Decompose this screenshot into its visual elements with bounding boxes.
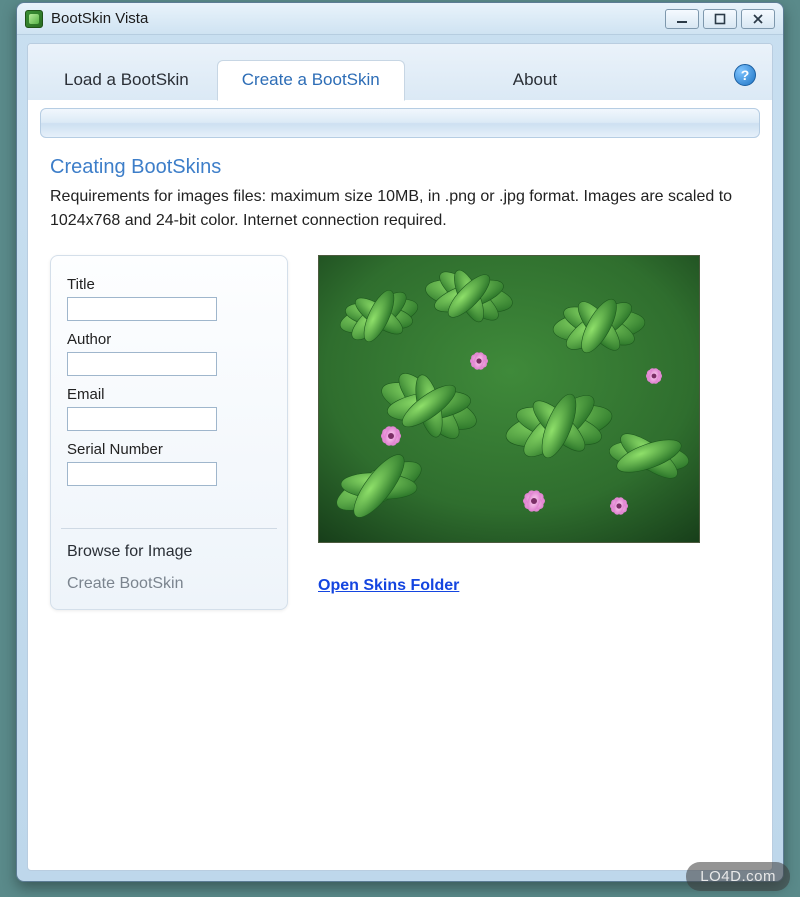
close-button[interactable] — [741, 9, 775, 29]
minimize-icon — [676, 13, 688, 25]
maximize-icon — [714, 13, 726, 25]
help-icon[interactable]: ? — [734, 64, 756, 86]
maximize-button[interactable] — [703, 9, 737, 29]
window-title: BootSkin Vista — [51, 10, 148, 27]
minimize-button[interactable] — [665, 9, 699, 29]
image-preview — [318, 255, 700, 543]
author-input[interactable] — [67, 352, 217, 376]
tab-area: Load a BootSkin Create a BootSkin About … — [28, 44, 772, 100]
section-description: Requirements for images files: maximum s… — [50, 185, 750, 233]
section-title: Creating BootSkins — [50, 156, 750, 179]
watermark: LO4D.com — [686, 862, 790, 891]
email-input[interactable] — [67, 407, 217, 431]
toolbar-bar — [40, 108, 760, 138]
browse-for-image-link[interactable]: Browse for Image — [51, 529, 287, 565]
form-inner: Title Author Email Serial Number — [51, 256, 287, 514]
author-label: Author — [67, 331, 271, 348]
serial-input[interactable] — [67, 462, 217, 486]
app-icon — [25, 10, 43, 28]
preview-column: Open Skins Folder — [318, 255, 750, 595]
open-skins-folder-link[interactable]: Open Skins Folder — [318, 577, 459, 595]
window-frame: BootSkin Vista Load a BootSkin Create a … — [16, 2, 784, 882]
title-label: Title — [67, 276, 271, 293]
form-card: Title Author Email Serial Number Browse … — [50, 255, 288, 610]
title-input[interactable] — [67, 297, 217, 321]
tab-strip: Load a BootSkin Create a BootSkin About — [28, 60, 772, 100]
tab-load-bootskin[interactable]: Load a BootSkin — [40, 61, 213, 100]
serial-label: Serial Number — [67, 441, 271, 458]
content-area: Load a BootSkin Create a BootSkin About … — [27, 43, 773, 871]
close-icon — [752, 13, 764, 25]
title-bar[interactable]: BootSkin Vista — [17, 3, 783, 35]
preview-image-icon — [319, 256, 700, 543]
body-area: Creating BootSkins Requirements for imag… — [28, 138, 772, 610]
create-bootskin-link[interactable]: Create BootSkin — [51, 565, 287, 609]
tab-create-bootskin[interactable]: Create a BootSkin — [217, 60, 405, 101]
columns: Title Author Email Serial Number Browse … — [50, 255, 750, 610]
email-label: Email — [67, 386, 271, 403]
tab-about[interactable]: About — [489, 61, 581, 100]
